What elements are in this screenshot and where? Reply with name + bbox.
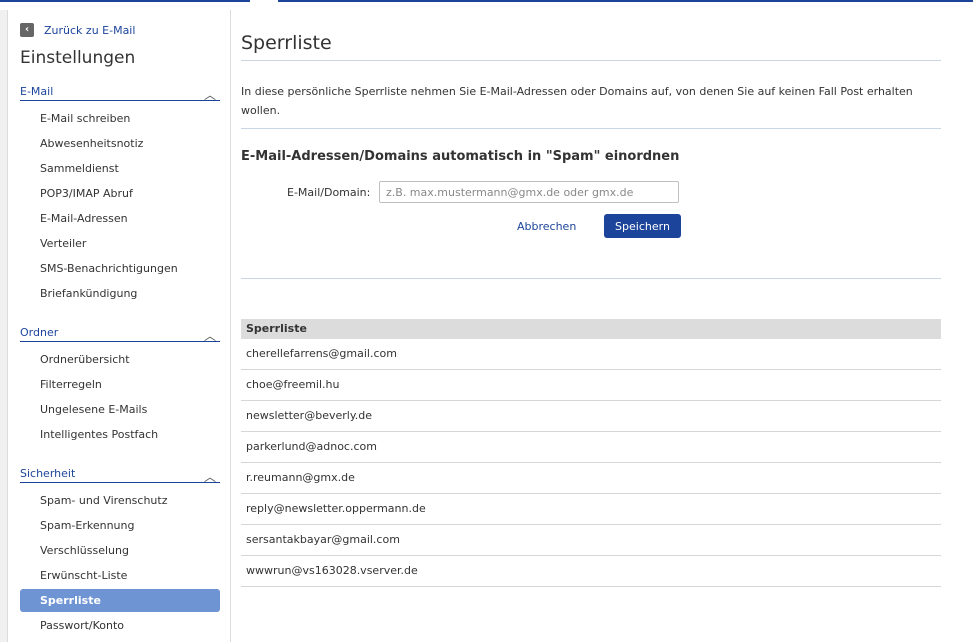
section-ordner-title: Ordner <box>20 326 59 339</box>
sidebar-item-erwuenscht-liste[interactable]: Erwünscht-Liste <box>20 564 220 587</box>
sidebar-item-sammeldienst[interactable]: Sammeldienst <box>20 157 220 180</box>
blocklist-header: Sperrliste <box>241 319 941 339</box>
top-accent-strip <box>0 0 973 3</box>
top-accent-left <box>0 0 250 2</box>
list-item[interactable]: sersantakbayar@gmail.com <box>241 525 941 556</box>
sidebar-item-email-schreiben[interactable]: E-Mail schreiben <box>20 107 220 130</box>
sidebar-item-verteiler[interactable]: Verteiler <box>20 232 220 255</box>
list-item[interactable]: reply@newsletter.oppermann.de <box>241 494 941 525</box>
section-ordner-header[interactable]: Ordner ︿ <box>20 325 220 344</box>
chevron-left-icon: ‹ <box>20 23 34 37</box>
sidebar-item-filterregeln[interactable]: Filterregeln <box>20 373 220 396</box>
sidebar-item-spam-erkennung[interactable]: Spam-Erkennung <box>20 514 220 537</box>
sidebar-item-email-adressen[interactable]: E-Mail-Adressen <box>20 207 220 230</box>
section-email-title: E-Mail <box>20 85 54 98</box>
chevron-up-icon[interactable]: ︿ <box>204 86 216 103</box>
sidebar-item-spam-virenschutz[interactable]: Spam- und Virenschutz <box>20 489 220 512</box>
page-title: Sperrliste <box>241 32 332 54</box>
chevron-up-icon[interactable]: ︿ <box>204 468 216 485</box>
email-domain-label: E-Mail/Domain: <box>287 186 371 199</box>
top-accent-right <box>278 0 973 2</box>
form-title: E-Mail-Adressen/Domains automatisch in "… <box>241 149 680 164</box>
list-item[interactable]: choe@freemil.hu <box>241 370 941 401</box>
save-button[interactable]: Speichern <box>604 214 681 238</box>
sidebar-item-sms[interactable]: SMS-Benachrichtigungen <box>20 257 220 280</box>
list-item[interactable]: parkerlund@adnoc.com <box>241 432 941 463</box>
sidebar-item-abwesenheitsnotiz[interactable]: Abwesenheitsnotiz <box>20 132 220 155</box>
divider <box>241 278 941 279</box>
back-link-label: Zurück zu E-Mail <box>44 23 136 37</box>
sidebar-item-passwort-konto[interactable]: Passwort/Konto <box>20 614 220 637</box>
back-to-email-link[interactable]: ‹ Zurück zu E-Mail <box>20 22 135 38</box>
cancel-button[interactable]: Abbrechen <box>517 220 576 233</box>
section-email-header[interactable]: E-Mail ︿ <box>20 84 220 103</box>
email-domain-input[interactable] <box>379 181 679 203</box>
blocklist: cherellefarrens@gmail.com choe@freemil.h… <box>241 339 941 587</box>
section-sicherheit-title: Sicherheit <box>20 467 76 480</box>
sidebar-item-pop3-imap[interactable]: POP3/IMAP Abruf <box>20 182 220 205</box>
list-item[interactable]: wwwrun@vs163028.vserver.de <box>241 556 941 587</box>
left-edge-panel <box>0 10 8 642</box>
list-item[interactable]: r.reumann@gmx.de <box>241 463 941 494</box>
sidebar-item-ordneruebersicht[interactable]: Ordnerübersicht <box>20 348 220 371</box>
intro-text: In diese persönliche Sperrliste nehmen S… <box>241 85 913 117</box>
sidebar-item-verschluesselung[interactable]: Verschlüsselung <box>20 539 220 562</box>
list-item[interactable]: newsletter@beverly.de <box>241 401 941 432</box>
sidebar-item-ungelesene[interactable]: Ungelesene E-Mails <box>20 398 220 421</box>
divider <box>241 128 941 129</box>
sidebar-item-intelligentes-postfach[interactable]: Intelligentes Postfach <box>20 423 220 446</box>
settings-title: Einstellungen <box>20 48 136 68</box>
sidebar-item-sperrliste[interactable]: Sperrliste <box>20 589 220 612</box>
settings-sidebar: ‹ Zurück zu E-Mail Einstellungen E-Mail … <box>8 10 231 642</box>
chevron-up-icon[interactable]: ︿ <box>204 327 216 344</box>
section-sicherheit-header[interactable]: Sicherheit ︿ <box>20 466 220 485</box>
divider <box>241 60 941 61</box>
sidebar-item-briefankuendigung[interactable]: Briefankündigung <box>20 282 220 305</box>
list-item[interactable]: cherellefarrens@gmail.com <box>241 339 941 370</box>
